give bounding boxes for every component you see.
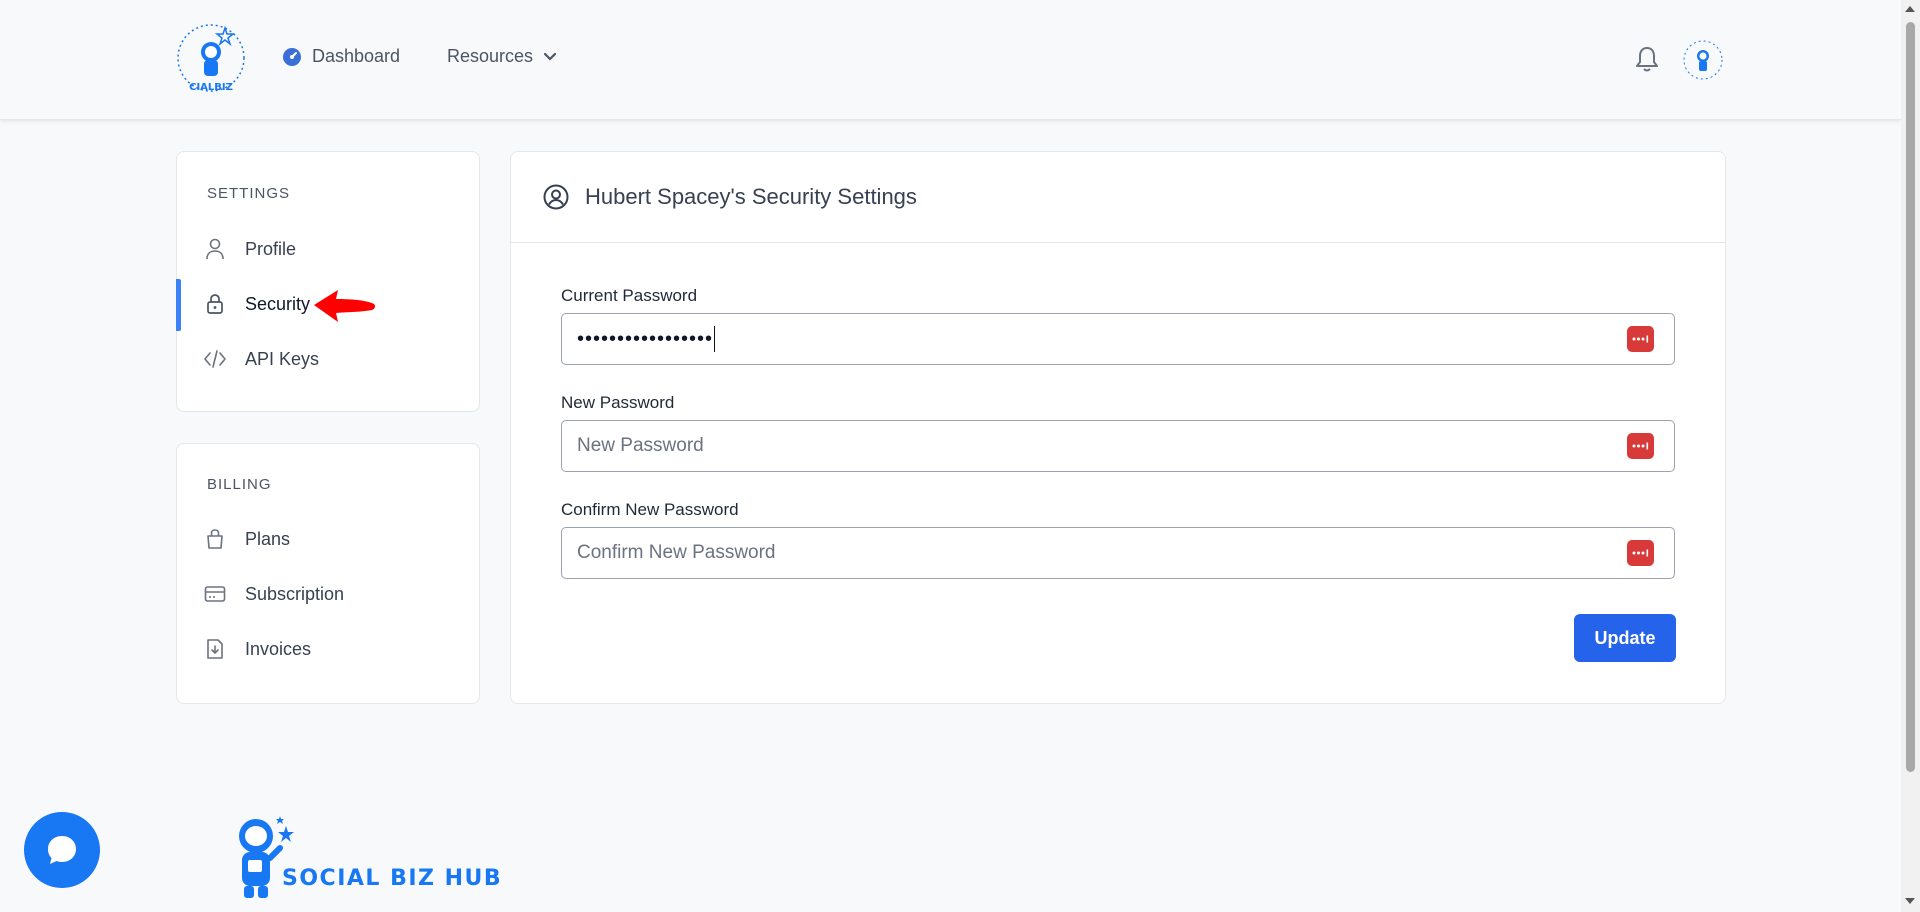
settings-heading: SETTINGS <box>207 185 291 202</box>
nav-resources[interactable]: Resources <box>447 46 557 67</box>
dashboard-gauge-icon <box>283 47 301 66</box>
nav-dashboard[interactable]: Dashboard <box>282 46 400 67</box>
scroll-down-arrow-icon[interactable] <box>1905 898 1915 904</box>
scroll-thumb[interactable] <box>1906 22 1915 772</box>
current-password-value: ••••••••••••••••• <box>577 327 714 350</box>
current-password-field[interactable]: ••••••••••••••••• <box>561 313 1675 365</box>
current-password-label: Current Password <box>561 286 698 305</box>
top-navbar: CIALBIZ Dashboard Resources <box>0 0 1901 120</box>
credit-card-icon <box>203 582 227 606</box>
security-settings-card: Hubert Spacey's Security Settings Curren… <box>510 151 1726 704</box>
new-password-label: New Password <box>561 393 675 412</box>
user-avatar[interactable] <box>1682 39 1724 81</box>
billing-heading: BILLING <box>207 476 272 493</box>
chat-widget-button[interactable] <box>24 812 100 888</box>
confirm-password-placeholder: Confirm New Password <box>577 542 776 563</box>
billing-nav-card: BILLING Plans Subscription Invoices <box>176 443 480 704</box>
settings-nav-card: SETTINGS Profile Security API Keys <box>176 151 480 412</box>
sidebar-item-invoices[interactable]: Invoices <box>177 622 479 676</box>
sidebar-item-subscription[interactable]: Subscription <box>177 567 479 621</box>
user-icon <box>203 237 227 261</box>
confirm-password-label: Confirm New Password <box>561 500 739 519</box>
sidebar-item-label: API Keys <box>245 348 320 369</box>
password-manager-icon[interactable] <box>1627 433 1654 459</box>
text-caret <box>714 326 716 352</box>
sidebar-item-label: Invoices <box>245 638 312 659</box>
chat-bubble-icon <box>48 836 76 864</box>
sidebar-item-label: Security <box>245 293 311 314</box>
scroll-up-arrow-icon[interactable] <box>1905 6 1915 12</box>
file-download-icon <box>203 637 227 661</box>
lock-icon <box>203 292 227 316</box>
shopping-bag-icon <box>203 527 227 551</box>
social-biz-hub-logo[interactable]: CIALBIZ <box>175 22 247 94</box>
sidebar-item-plans[interactable]: Plans <box>177 512 479 566</box>
card-header: Hubert Spacey's Security Settings <box>511 152 1725 243</box>
page-title: Hubert Spacey's Security Settings <box>585 184 917 209</box>
sidebar-item-api-keys[interactable]: API Keys <box>177 332 479 386</box>
user-circle-icon <box>543 184 569 210</box>
chevron-down-icon <box>543 52 557 61</box>
password-manager-icon[interactable] <box>1627 326 1654 352</box>
code-icon <box>203 347 227 371</box>
sidebar-item-label: Plans <box>245 528 291 549</box>
red-arrow-annotation <box>314 290 376 322</box>
notification-bell-icon[interactable] <box>1634 45 1660 73</box>
confirm-password-field[interactable]: Confirm New Password <box>561 527 1675 579</box>
update-button[interactable]: Update <box>1574 614 1676 662</box>
page-scrollbar[interactable] <box>1901 0 1920 912</box>
sidebar-item-label: Subscription <box>245 583 345 604</box>
nav-dashboard-label: Dashboard <box>312 46 401 66</box>
nav-resources-label: Resources <box>447 46 534 66</box>
footer-brand-text: SOCIAL BIZ HUB <box>282 866 503 891</box>
svg-text:CIALBIZ: CIALBIZ <box>189 82 233 93</box>
sidebar-item-profile[interactable]: Profile <box>177 222 479 276</box>
new-password-field[interactable]: New Password <box>561 420 1675 472</box>
password-manager-icon[interactable] <box>1627 540 1654 566</box>
sidebar-item-label: Profile <box>245 238 297 259</box>
new-password-placeholder: New Password <box>577 435 704 456</box>
